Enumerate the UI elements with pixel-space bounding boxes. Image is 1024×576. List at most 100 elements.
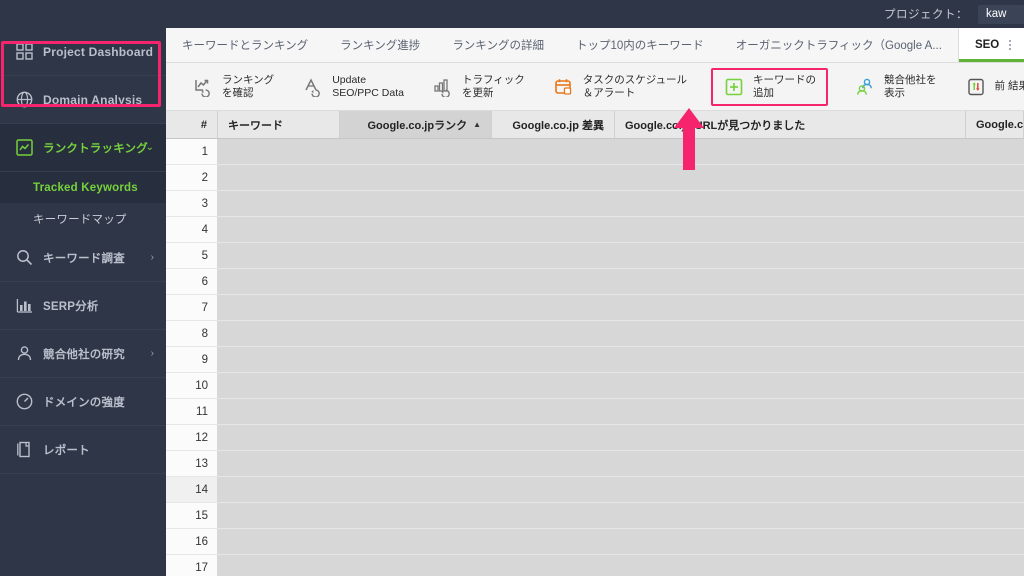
row-empty-cells bbox=[218, 165, 1024, 190]
chevron-down-icon: ⌄ bbox=[145, 142, 154, 153]
row-empty-cells bbox=[218, 503, 1024, 528]
sidebar-item-competitor-research[interactable]: 競合他社の研究 › bbox=[0, 330, 166, 378]
row-number-cell: 7 bbox=[166, 295, 218, 320]
table-row[interactable]: 10 bbox=[166, 373, 1024, 399]
tab-seo[interactable]: SEO bbox=[957, 28, 1024, 62]
column-header-google-difference[interactable]: Google.co.jp 差異 bbox=[492, 111, 615, 138]
column-header-google-url-found[interactable]: Google.co.jp URLが見つかりました bbox=[615, 111, 966, 138]
tab-label: オーガニックトラフィック（Google A... bbox=[735, 40, 942, 52]
schedule-tasks-button[interactable]: タスクのスケジュール ＆アラート bbox=[541, 68, 699, 106]
add-keyword-label: キーワードの 追加 bbox=[753, 74, 816, 100]
update-seo-ppc-button[interactable]: Update SEO/PPC Data bbox=[290, 68, 416, 106]
person-icon bbox=[14, 344, 34, 364]
row-number-cell: 8 bbox=[166, 321, 218, 346]
globe-icon bbox=[14, 90, 34, 110]
column-label: キーワード bbox=[228, 119, 283, 132]
row-number-cell: 10 bbox=[166, 373, 218, 398]
toolbar: ランキング を確認 Update SEO/PPC Data トラフィック を更新… bbox=[166, 63, 1024, 111]
row-number-cell: 16 bbox=[166, 529, 218, 554]
project-selector[interactable]: kaw bbox=[978, 4, 1024, 24]
table-row[interactable]: 4 bbox=[166, 217, 1024, 243]
column-header-keyword[interactable]: キーワード bbox=[218, 111, 340, 138]
table-row[interactable]: 11 bbox=[166, 399, 1024, 425]
tab-strip: キーワードとランキング ランキング進捗 ランキングの詳細 トップ10内のキーワー… bbox=[166, 28, 1024, 63]
row-number-cell: 11 bbox=[166, 399, 218, 424]
sidebar-item-project-dashboard[interactable]: Project Dashboard bbox=[0, 28, 166, 76]
row-empty-cells bbox=[218, 555, 1024, 576]
check-ranking-icon bbox=[192, 76, 214, 98]
update-traffic-button[interactable]: トラフィック を更新 bbox=[420, 68, 537, 106]
check-ranking-button[interactable]: ランキング を確認 bbox=[180, 68, 286, 106]
row-empty-cells bbox=[218, 217, 1024, 242]
tab-ranking-progress[interactable]: ランキング進捗 bbox=[324, 28, 436, 62]
table-row[interactable]: 9 bbox=[166, 347, 1024, 373]
sidebar-item-label: SERP分析 bbox=[43, 300, 99, 313]
compare-previous-button[interactable]: 前 結果と比較 bbox=[953, 68, 1024, 106]
sidebar-item-label: Project Dashboard bbox=[43, 44, 154, 59]
table-row[interactable]: 16 bbox=[166, 529, 1024, 555]
sidebar-item-serp-analysis[interactable]: SERP分析 bbox=[0, 282, 166, 330]
sidebar-item-label: Domain Analysis bbox=[43, 92, 143, 107]
row-number-cell: 12 bbox=[166, 425, 218, 450]
sidebar-item-label: レポート bbox=[43, 444, 90, 457]
table-row[interactable]: 2 bbox=[166, 165, 1024, 191]
label-line-1: 競合他社を bbox=[884, 73, 937, 86]
table-row[interactable]: 15 bbox=[166, 503, 1024, 529]
column-header-index[interactable]: # bbox=[166, 111, 218, 138]
table-row[interactable]: 1 bbox=[166, 139, 1024, 165]
sidebar-item-label: ドメインの強度 bbox=[43, 396, 125, 409]
chevron-right-icon: › bbox=[150, 252, 154, 263]
table-row[interactable]: 12 bbox=[166, 425, 1024, 451]
sidebar-item-reports[interactable]: レポート bbox=[0, 426, 166, 474]
document-icon bbox=[14, 440, 34, 460]
update-seo-ppc-icon bbox=[302, 76, 324, 98]
sidebar-item-domain-strength[interactable]: ドメインの強度 bbox=[0, 378, 166, 426]
table-row[interactable]: 7 bbox=[166, 295, 1024, 321]
table-row[interactable]: 6 bbox=[166, 269, 1024, 295]
label-line-1: 前 結果と比較 bbox=[994, 80, 1024, 92]
sidebar-subitem-keyword-map[interactable]: キーワードマップ bbox=[0, 203, 166, 234]
tab-ranking-details[interactable]: ランキングの詳細 bbox=[436, 28, 560, 62]
column-label: Google.co.jp bbox=[976, 118, 1024, 131]
table-row[interactable]: 8 bbox=[166, 321, 1024, 347]
column-label: Google.co.jp 差異 bbox=[512, 119, 604, 132]
project-label: プロジェクト： bbox=[884, 9, 968, 21]
table-row[interactable]: 14 bbox=[166, 477, 1024, 503]
sidebar-item-rank-tracking[interactable]: ランクトラッキング ⌄ bbox=[0, 124, 166, 172]
table-row[interactable]: 3 bbox=[166, 191, 1024, 217]
tab-menu-icon[interactable] bbox=[1009, 40, 1012, 50]
top-bar: プロジェクト： kaw bbox=[0, 0, 1024, 28]
label-line-1: トラフィック bbox=[461, 73, 525, 86]
table-body[interactable]: 1 2 3 4 5 6 7 8 9 10 11 12 13 14 15 16 17 bbox=[166, 139, 1024, 576]
row-number-cell: 3 bbox=[166, 191, 218, 216]
rank-tracking-icon bbox=[14, 138, 34, 158]
tab-top10-keywords[interactable]: トップ10内のキーワード bbox=[560, 28, 720, 62]
schedule-tasks-label: タスクのスケジュール ＆アラート bbox=[583, 74, 687, 100]
sidebar-item-label: 競合他社の研究 bbox=[43, 348, 125, 361]
sidebar-subitem-tracked-keywords[interactable]: Tracked Keywords bbox=[0, 172, 166, 203]
main-panel: キーワードとランキング ランキング進捗 ランキングの詳細 トップ10内のキーワー… bbox=[166, 28, 1024, 576]
label-line-2: を更新 bbox=[461, 86, 494, 99]
column-header-google-extra[interactable]: Google.co.jp bbox=[966, 111, 1024, 138]
table-row[interactable]: 17 bbox=[166, 555, 1024, 576]
tab-label: トップ10内のキーワード bbox=[575, 40, 704, 52]
show-competitors-button[interactable]: 競合他社を 表示 bbox=[842, 68, 949, 106]
column-header-google-rank[interactable]: Google.co.jpランク ▲ bbox=[340, 111, 492, 138]
sidebar-subitem-label: Tracked Keywords bbox=[33, 181, 138, 194]
row-empty-cells bbox=[218, 243, 1024, 268]
add-keyword-button[interactable]: キーワードの 追加 bbox=[711, 67, 829, 106]
sidebar-item-keyword-research[interactable]: キーワード調査 › bbox=[0, 234, 166, 282]
tab-keywords-and-rankings[interactable]: キーワードとランキング bbox=[166, 28, 324, 62]
label-line-1: ランキング bbox=[222, 73, 275, 86]
row-number-cell: 17 bbox=[166, 555, 218, 576]
row-number-cell: 15 bbox=[166, 503, 218, 528]
tab-organic-traffic[interactable]: オーガニックトラフィック（Google A... bbox=[720, 28, 958, 62]
sidebar-item-domain-analysis[interactable]: Domain Analysis bbox=[0, 76, 166, 124]
table-row[interactable]: 5 bbox=[166, 243, 1024, 269]
row-number-cell: 9 bbox=[166, 347, 218, 372]
show-competitors-label: 競合他社を 表示 bbox=[884, 74, 937, 100]
column-label: Google.co.jpランク bbox=[367, 119, 468, 132]
table-row[interactable]: 13 bbox=[166, 451, 1024, 477]
row-empty-cells bbox=[218, 425, 1024, 450]
schedule-tasks-icon bbox=[553, 76, 575, 98]
